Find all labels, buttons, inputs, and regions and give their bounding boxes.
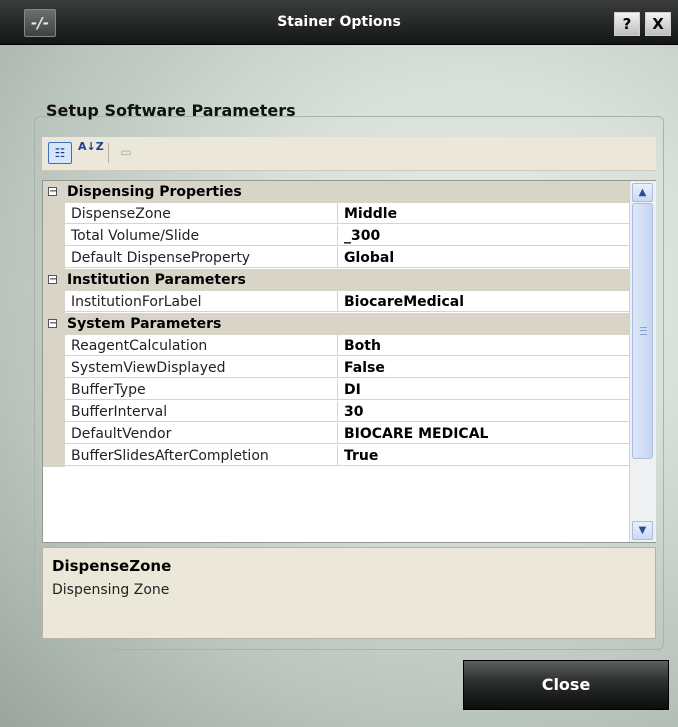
property-value[interactable]: DI xyxy=(338,379,629,400)
property-grid: − Dispensing Properties DispenseZone Mid… xyxy=(42,180,656,543)
window-title: Stainer Options xyxy=(277,14,401,30)
property-name: DefaultVendor xyxy=(65,423,338,444)
property-value[interactable]: Global xyxy=(338,247,629,268)
toolbar-separator xyxy=(108,143,109,163)
property-value[interactable]: _300 xyxy=(338,225,629,246)
help-title: DispenseZone xyxy=(52,557,172,575)
property-name: BufferSlidesAfterCompletion xyxy=(65,445,338,466)
category-label: System Parameters xyxy=(67,316,222,332)
property-row-bufferinterval[interactable]: BufferInterval 30 xyxy=(43,401,629,423)
row-margin xyxy=(43,225,65,247)
category-row-institution-parameters[interactable]: − Institution Parameters xyxy=(43,269,629,291)
property-grid-toolbar: ☷ A↓Z ▭ xyxy=(42,137,656,171)
row-margin xyxy=(43,247,65,269)
scroll-up-button[interactable]: ▲ xyxy=(632,183,653,202)
close-button[interactable]: Close xyxy=(463,660,669,710)
help-button[interactable]: ? xyxy=(614,12,640,36)
property-value[interactable]: BiocareMedical xyxy=(338,291,629,312)
property-name: BufferType xyxy=(65,379,338,400)
help-description: Dispensing Zone xyxy=(52,582,170,598)
property-pages-icon: ▭ xyxy=(120,145,132,159)
row-margin xyxy=(43,291,65,313)
property-name: SystemViewDisplayed xyxy=(65,357,338,378)
property-name: BufferInterval xyxy=(65,401,338,422)
collapse-icon[interactable]: − xyxy=(48,319,57,329)
alphabetical-sort-button[interactable]: A↓Z xyxy=(78,140,104,164)
property-value[interactable]: 30 xyxy=(338,401,629,422)
row-margin xyxy=(43,401,65,423)
property-row-dispensezone[interactable]: DispenseZone Middle xyxy=(43,203,629,225)
scroll-down-button[interactable]: ▼ xyxy=(632,521,653,540)
property-row-defaultvendor[interactable]: DefaultVendor BIOCARE MEDICAL xyxy=(43,423,629,445)
category-label: Institution Parameters xyxy=(67,272,246,288)
category-row-dispensing-properties[interactable]: − Dispensing Properties xyxy=(43,181,629,203)
property-value[interactable]: Middle xyxy=(338,203,629,224)
property-value[interactable]: Both xyxy=(338,335,629,356)
vertical-scrollbar[interactable]: ▲ ▼ xyxy=(629,181,656,542)
property-row-bufferslidesaftercompletion[interactable]: BufferSlidesAfterCompletion True xyxy=(43,445,629,467)
window-close-button[interactable]: X xyxy=(645,12,671,36)
property-row-buffertype[interactable]: BufferType DI xyxy=(43,379,629,401)
property-value[interactable]: False xyxy=(338,357,629,378)
property-name: DispenseZone xyxy=(65,203,338,224)
property-row-total-volume-slide[interactable]: Total Volume/Slide _300 xyxy=(43,225,629,247)
property-name: Total Volume/Slide xyxy=(65,225,338,246)
categorized-view-icon: ☷ xyxy=(54,146,66,160)
property-name: ReagentCalculation xyxy=(65,335,338,356)
property-value[interactable]: True xyxy=(338,445,629,466)
row-margin xyxy=(43,203,65,225)
category-label: Dispensing Properties xyxy=(67,184,242,200)
group-title: Setup Software Parameters xyxy=(46,101,296,120)
row-margin xyxy=(43,445,65,467)
property-row-institutionforlabel[interactable]: InstitutionForLabel BiocareMedical xyxy=(43,291,629,313)
row-margin xyxy=(43,335,65,357)
stainer-options-dialog: -/- Stainer Options ? X Setup Software P… xyxy=(0,0,678,727)
row-margin xyxy=(43,423,65,445)
property-pages-button: ▭ xyxy=(114,142,138,164)
title-bar[interactable]: -/- Stainer Options ? X xyxy=(0,0,678,45)
property-row-default-dispenseproperty[interactable]: Default DispenseProperty Global xyxy=(43,247,629,269)
grip-icon xyxy=(640,327,647,335)
property-row-reagentcalculation[interactable]: ReagentCalculation Both xyxy=(43,335,629,357)
property-name: Default DispenseProperty xyxy=(65,247,338,268)
row-margin xyxy=(43,357,65,379)
collapse-icon[interactable]: − xyxy=(48,275,57,285)
property-help-panel: DispenseZone Dispensing Zone xyxy=(42,547,656,639)
property-row-systemviewdisplayed[interactable]: SystemViewDisplayed False xyxy=(43,357,629,379)
row-margin xyxy=(43,379,65,401)
categorized-view-button[interactable]: ☷ xyxy=(48,142,72,164)
collapse-icon[interactable]: − xyxy=(48,187,57,197)
scroll-thumb[interactable] xyxy=(632,203,653,459)
sort-alphabetical-icon: A↓Z xyxy=(78,140,104,153)
category-row-system-parameters[interactable]: − System Parameters xyxy=(43,313,629,335)
property-name: InstitutionForLabel xyxy=(65,291,338,312)
property-value[interactable]: BIOCARE MEDICAL xyxy=(338,423,629,444)
